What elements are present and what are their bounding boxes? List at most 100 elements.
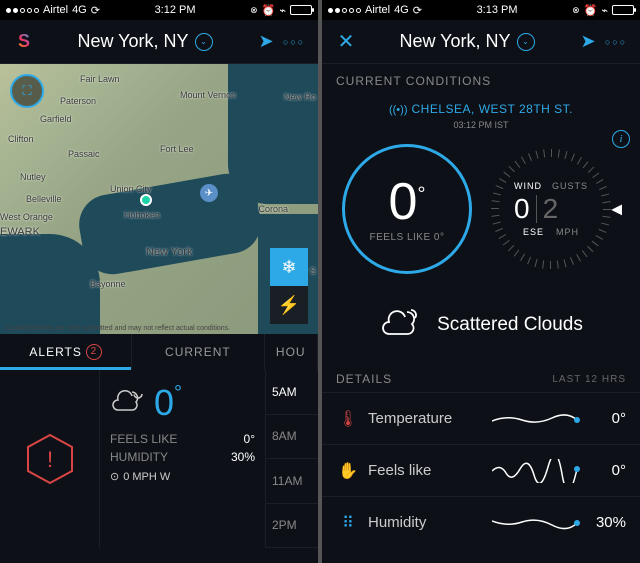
wifi-search-icon: ⟳ <box>91 4 100 17</box>
map-label: Paterson <box>60 96 96 106</box>
clock: 3:13 PM <box>477 4 518 16</box>
location-dropdown-icon[interactable]: ⌄ <box>517 33 535 51</box>
map-label: Fort Lee <box>160 144 194 154</box>
lightning-icon: ⚡ <box>278 295 300 316</box>
cloud-moon-icon <box>110 388 146 419</box>
alarm-icon: ⏰ <box>262 4 276 17</box>
station-name: CHELSEA, WEST 28TH ST. <box>412 102 574 116</box>
location-title[interactable]: New York, NY ⌄ <box>38 31 252 52</box>
clock: 3:12 PM <box>155 4 196 16</box>
gusts-value: 2 <box>543 193 559 225</box>
hour-row[interactable]: 11AM <box>266 459 318 504</box>
main-temp: 0° <box>389 176 426 228</box>
status-bar: Airtel 4G ⟳ 3:12 PM ⊗ ⏰ ⌁ <box>0 0 318 20</box>
app-header: S New York, NY ⌄ ➤ ○○○ <box>0 20 318 64</box>
map-label: Nutley <box>20 172 46 182</box>
map-label: New Ro <box>284 92 316 102</box>
location-dropdown-icon[interactable]: ⌄ <box>195 33 213 51</box>
sparkline-icon <box>492 459 582 483</box>
humidity-label: HUMIDITY <box>110 450 168 464</box>
signal-dots-icon <box>328 8 361 13</box>
map-disclaimer: Crowd Reports are user submitted and may… <box>6 325 230 332</box>
layer-lightning-button[interactable]: ⚡ <box>270 286 308 324</box>
battery-icon <box>290 5 312 15</box>
detail-value: 30% <box>582 514 626 531</box>
network-label: 4G <box>72 4 87 16</box>
map-label: Bayonne <box>90 279 126 289</box>
locate-icon[interactable]: ➤ <box>580 31 595 52</box>
feels-like-value: 0° <box>244 432 255 446</box>
wind-value: 0 MPH W <box>123 471 170 483</box>
broadcast-icon: ((•)) <box>389 104 408 116</box>
section-details: DETAILS LAST 12 HRS <box>322 362 640 392</box>
detail-label: Humidity <box>360 514 492 531</box>
battery-icon <box>612 5 634 15</box>
wind-direction: ESE <box>523 227 544 237</box>
current-temp: 0° <box>154 382 182 424</box>
map-label: Corona <box>258 204 288 214</box>
locate-icon[interactable]: ➤ <box>258 31 273 52</box>
network-label: 4G <box>394 4 409 16</box>
bluetooth-icon: ⌁ <box>601 4 608 17</box>
tab-alerts[interactable]: ALERTS 2 <box>0 334 132 370</box>
map-label: Fair Lawn <box>80 74 120 84</box>
more-icon[interactable]: ○○○ <box>283 37 305 47</box>
map-label: Garfield <box>40 114 72 124</box>
tab-hourly[interactable]: HOU <box>265 334 319 370</box>
detail-label: Temperature <box>360 410 492 427</box>
app-logo-icon[interactable]: S <box>10 31 38 52</box>
map-label: West Orange <box>0 212 53 222</box>
alarm-icon: ⏰ <box>584 4 598 17</box>
wind-value: 0 <box>514 193 530 225</box>
station-location[interactable]: ((•))CHELSEA, WEST 28TH ST. 03:12 PM IST… <box>322 94 640 136</box>
tab-label: HOU <box>276 345 306 359</box>
humidity-value: 30% <box>231 450 255 464</box>
map-label: Mount Vernon <box>180 90 236 100</box>
hand-icon: ✋ <box>336 461 360 481</box>
detail-humidity[interactable]: ⠿ Humidity 30% <box>322 496 640 548</box>
detail-temperature[interactable]: 🌡 Temperature 0° <box>322 392 640 444</box>
more-icon[interactable]: ○○○ <box>605 37 627 47</box>
map-label: Belleville <box>26 194 62 204</box>
detail-feels-like[interactable]: ✋ Feels like 0° <box>322 444 640 496</box>
section-subtitle: LAST 12 HRS <box>552 374 626 385</box>
expand-map-button[interactable]: ⛶ <box>10 74 44 108</box>
alert-panel[interactable]: ! <box>0 370 100 548</box>
scattered-clouds-icon <box>379 306 423 344</box>
detail-label: Feels like <box>360 462 492 479</box>
phone-right: Airtel 4G ⟳ 3:13 PM ⊗ ⏰ ⌁ ✕ New York, NY… <box>322 0 640 563</box>
raindrop-icon: ❄ <box>281 257 296 278</box>
phone-left: Airtel 4G ⟳ 3:12 PM ⊗ ⏰ ⌁ S New York, NY… <box>0 0 318 563</box>
location-title[interactable]: New York, NY ⌄ <box>360 31 574 52</box>
city-label: New York, NY <box>399 31 510 52</box>
wind-unit: MPH <box>556 227 579 237</box>
condition-text: Scattered Clouds <box>437 314 583 336</box>
main-content: ! 0° FEELS LIKE0° HUMIDITY30% ⊙0 MPH W 5… <box>0 370 318 548</box>
airport-icon: ✈ <box>200 184 218 202</box>
sparkline-icon <box>492 511 582 535</box>
status-bar: Airtel 4G ⟳ 3:13 PM ⊗ ⏰ ⌁ <box>322 0 640 20</box>
close-icon[interactable]: ✕ <box>338 29 355 54</box>
hour-row[interactable]: 5AM <box>266 370 318 415</box>
hour-row[interactable]: 2PM <box>266 504 318 549</box>
hour-row[interactable]: 8AM <box>266 415 318 460</box>
alerts-badge: 2 <box>86 344 102 360</box>
layer-precipitation-button[interactable]: ❄ <box>270 248 308 286</box>
app-header: ✕ New York, NY ⌄ ➤ ○○○ <box>322 20 640 64</box>
current-panel[interactable]: 0° FEELS LIKE0° HUMIDITY30% ⊙0 MPH W <box>100 370 266 548</box>
city-label: New York, NY <box>77 31 188 52</box>
tab-bar: ALERTS 2 CURRENT HOU <box>0 334 318 370</box>
carrier-label: Airtel <box>365 4 390 16</box>
feels-like-label: FEELS LIKE 0° <box>370 232 445 243</box>
section-title: CURRENT CONDITIONS <box>336 74 491 88</box>
weather-map[interactable]: Fair Lawn Paterson Garfield Clifton Pass… <box>0 64 318 334</box>
signal-dots-icon <box>6 8 39 13</box>
thermometer-icon: 🌡 <box>336 409 360 429</box>
wifi-search-icon: ⟳ <box>413 4 422 17</box>
bluetooth-icon: ⌁ <box>279 4 286 17</box>
tab-current[interactable]: CURRENT <box>132 334 264 370</box>
hourly-panel[interactable]: 5AM 8AM 11AM 2PM <box>266 370 318 548</box>
map-label: EWARK <box>0 226 40 238</box>
feels-like-label: FEELS LIKE <box>110 432 177 446</box>
detail-value: 0° <box>582 462 626 479</box>
